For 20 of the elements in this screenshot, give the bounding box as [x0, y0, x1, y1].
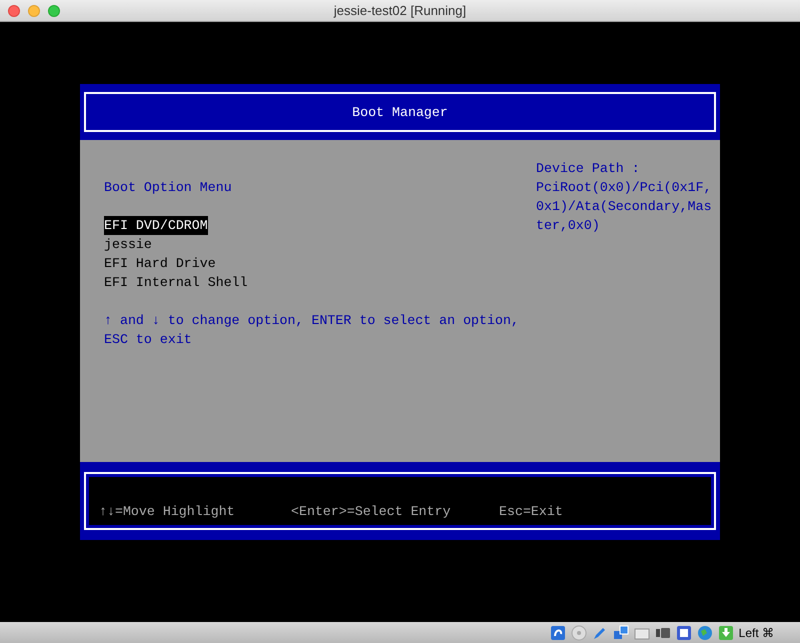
close-button[interactable]	[8, 5, 20, 17]
window-title: jessie-test02 [Running]	[334, 2, 466, 20]
device-path: PciRoot(0x0)/Pci(0x1F,0x1)/Ata(Secondary,Master,0x0)	[536, 179, 712, 235]
boot-manager-title: Boot Manager	[352, 104, 448, 122]
boot-option[interactable]: EFI DVD/CDROM	[104, 216, 208, 235]
key-hint: <Enter>=Select Entry	[291, 503, 452, 521]
host-key-label: Left ⌘	[738, 624, 774, 642]
network-icon[interactable]	[612, 624, 629, 640]
key-hint: ↑↓=Move Highlight	[99, 503, 236, 521]
boot-option[interactable]: jessie	[104, 235, 152, 254]
boot-option[interactable]: EFI Hard Drive	[104, 254, 216, 273]
menu-title: Boot Option Menu	[104, 179, 233, 197]
help-text: ↑ and ↓ to change option, ENTER to select an option, ESC to exit	[104, 312, 520, 349]
disc-icon[interactable]	[570, 624, 587, 640]
minimize-button[interactable]	[28, 5, 40, 17]
device-path-label: Device Path :	[536, 160, 641, 178]
globe-icon[interactable]	[696, 624, 713, 640]
boot-option[interactable]: EFI Internal Shell	[104, 273, 248, 292]
maximize-button[interactable]	[48, 5, 60, 17]
key-hint: Esc=Exit	[499, 503, 563, 521]
